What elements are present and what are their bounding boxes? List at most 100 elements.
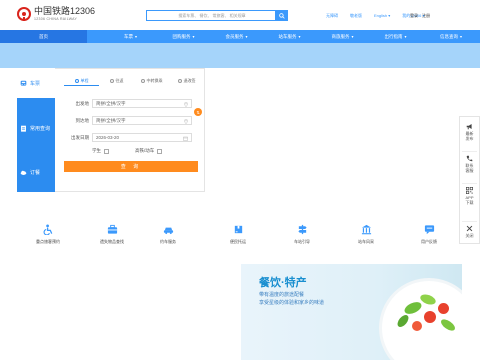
qrcode-icon	[466, 187, 473, 194]
header: 中国铁路12306 12306 CHINA RAILWAY 搜索车票、 餐饮、 …	[0, 0, 480, 30]
floating-toolbar: 最新 发布 联系 客服 APP 下载 关闭	[459, 116, 480, 244]
railway-logo-icon	[17, 7, 31, 21]
logo-subtitle: 12306 CHINA RAILWAY	[34, 17, 78, 21]
package-icon	[232, 224, 244, 235]
nav-member-service[interactable]: 会员服务 ▾	[210, 30, 263, 43]
nav-tickets[interactable]: 车票 ▾	[104, 30, 157, 43]
float-app-download[interactable]: APP 下载	[460, 187, 479, 205]
feedback-icon	[423, 224, 435, 235]
tab-transfer[interactable]: 中转换乘	[134, 76, 169, 86]
service-station-guide[interactable]: 车站引导	[269, 224, 335, 245]
float-customer-service[interactable]: 联系 客服	[460, 155, 479, 173]
ad-line2: 享受星级的体验和家乡的味道	[259, 300, 325, 306]
cloud-meal-icon	[20, 169, 27, 176]
date-row: 出发日期 2026-03-20	[64, 133, 192, 142]
link-english[interactable]: English ▾	[374, 13, 390, 19]
nav-info-query[interactable]: 信息查询 ▾	[422, 30, 480, 43]
login-link[interactable]: 登录	[410, 13, 418, 18]
car-icon	[162, 224, 174, 235]
nav-station-service[interactable]: 站车服务 ▾	[263, 30, 316, 43]
service-shortcuts: 重点旅客预约 遗失物品查找 约车服务 便民托运 车站引导 站车风采 用户反馈	[0, 224, 480, 254]
chevron-down-icon: ▾	[351, 34, 354, 39]
accessibility-icon	[42, 224, 54, 235]
checkbox-icon	[104, 148, 109, 154]
from-row: 出发地 简拼/全拼/汉字	[64, 99, 192, 108]
float-latest-news[interactable]: 最新 发布	[460, 123, 479, 141]
train-ticket-icon	[20, 80, 27, 87]
nav-home[interactable]: 首页	[0, 30, 87, 43]
date-label: 出发日期	[71, 134, 89, 140]
divider	[462, 183, 477, 184]
divider	[462, 221, 477, 222]
chevron-down-icon: ▾	[404, 34, 407, 39]
tab-round-trip[interactable]: 往返	[99, 76, 134, 86]
highspeed-checkbox[interactable]: 高铁/动车	[135, 148, 163, 154]
tab-refund-change[interactable]: 退改签	[169, 76, 204, 86]
chevron-down-icon: ▾	[298, 34, 301, 39]
to-label: 到达地	[75, 117, 90, 123]
clipboard-icon	[20, 125, 27, 132]
search-button[interactable]	[276, 10, 288, 21]
side-tab-meal-order[interactable]: 订餐	[17, 157, 55, 187]
from-station-input[interactable]: 简拼/全拼/汉字	[92, 99, 192, 108]
location-pin-icon	[184, 102, 188, 107]
chevron-down-icon: ▾	[245, 34, 248, 39]
food-specialty-ad[interactable]: 餐饮·特产 带有温度的旅途配餐 享受星级的体验和家乡的味道	[241, 264, 462, 360]
service-feedback[interactable]: 用户反馈	[396, 224, 462, 245]
nav-group-service[interactable]: 团购服务 ▾	[157, 30, 210, 43]
ad-line1: 带有温度的旅途配餐	[259, 292, 305, 298]
query-button[interactable]: 查 询	[64, 161, 198, 172]
booking-side-tabs: 车票 常用查询 订餐	[17, 68, 55, 192]
chevron-down-icon: ▾	[459, 34, 462, 39]
main-nav: 首页 车票 ▾ 团购服务 ▾ 会员服务 ▾ 站车服务 ▾ 商旅服务 ▾ 出行指南 ▾ 信息查…	[0, 30, 480, 43]
calendar-icon	[183, 136, 188, 141]
radio-icon	[177, 79, 182, 83]
radio-icon	[74, 78, 79, 83]
chevron-down-icon: ▾	[134, 34, 137, 39]
service-consignment[interactable]: 便民托运	[205, 224, 271, 245]
close-icon	[466, 225, 473, 232]
booking-panel	[55, 68, 205, 192]
to-row: 到达地 简拼/全拼/汉字	[64, 116, 192, 125]
phone-icon	[466, 155, 473, 162]
nav-travel-guide[interactable]: 出行指南 ▾	[369, 30, 422, 43]
search-icon	[279, 12, 285, 19]
divider	[462, 151, 477, 152]
from-label: 出发地	[75, 100, 90, 106]
chevron-down-icon: ▾	[192, 34, 195, 39]
station-icon	[360, 224, 372, 235]
logo[interactable]: 中国铁路12306 12306 CHINA RAILWAY	[17, 7, 95, 21]
banner[interactable]	[0, 43, 480, 68]
megaphone-icon	[466, 123, 473, 130]
location-pin-icon	[184, 119, 188, 124]
signpost-icon	[296, 224, 308, 235]
logo-title: 中国铁路12306	[34, 6, 96, 16]
ticket-options: 学生 高铁/动车	[92, 148, 188, 154]
ad-title: 餐饮·特产	[259, 277, 307, 289]
link-elder-version[interactable]: 敬老版	[350, 13, 362, 19]
side-tab-common-query[interactable]: 常用查询	[17, 113, 55, 143]
to-station-input[interactable]: 简拼/全拼/汉字	[92, 116, 192, 125]
side-tab-tickets[interactable]: 车票	[17, 68, 55, 98]
search-input[interactable]: 搜索车票、 餐饮、 常旅客、 相关规章	[146, 10, 276, 21]
student-checkbox[interactable]: 学生	[92, 148, 109, 154]
float-close[interactable]: 关闭	[460, 225, 479, 238]
service-car-booking[interactable]: 约车服务	[135, 224, 201, 245]
register-link[interactable]: 注册	[422, 13, 430, 18]
radio-icon	[109, 79, 114, 83]
salad-plate-image	[379, 278, 462, 360]
swap-stations-button[interactable]: ⇅	[194, 108, 202, 116]
departure-date-input[interactable]: 2026-03-20	[92, 133, 192, 142]
briefcase-icon	[106, 224, 118, 235]
service-station-style[interactable]: 站车风采	[333, 224, 399, 245]
ticket-type-tabs: 单程 往返 中转换乘 退改签	[64, 76, 204, 86]
swap-icon: ⇅	[196, 109, 200, 115]
checkbox-icon	[157, 148, 163, 154]
tab-one-way[interactable]: 单程	[64, 76, 99, 86]
nav-business-service[interactable]: 商旅服务 ▾	[316, 30, 369, 43]
link-accessibility[interactable]: 无障碍	[326, 13, 338, 19]
search-placeholder: 搜索车票、 餐饮、 常旅客、 相关规章	[178, 13, 246, 18]
radio-icon	[140, 79, 145, 83]
service-priority-passenger[interactable]: 重点旅客预约	[15, 224, 81, 245]
